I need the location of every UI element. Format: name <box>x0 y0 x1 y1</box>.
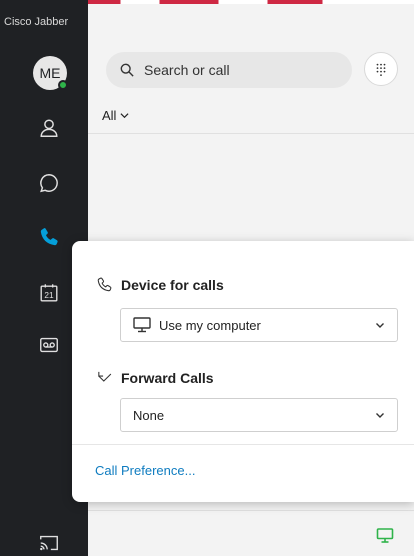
screen-cast-icon <box>40 535 58 551</box>
sidebar-item-calls[interactable] <box>36 224 62 250</box>
search-input[interactable] <box>144 62 334 78</box>
device-for-calls-title: Device for calls <box>121 276 224 293</box>
sidebar-item-voicemail[interactable] <box>36 332 62 358</box>
chat-bubble-icon <box>40 174 58 193</box>
forward-calls-heading: Forward Calls <box>96 369 214 386</box>
person-icon <box>40 119 58 137</box>
voicemail-icon <box>40 337 58 353</box>
search-box[interactable] <box>106 52 352 88</box>
filter-label: All <box>102 108 117 123</box>
popover-divider <box>72 444 414 445</box>
dialpad-icon <box>376 63 386 76</box>
phone-icon <box>40 228 58 246</box>
dialpad-button[interactable] <box>364 52 398 86</box>
sidebar-item-meetings[interactable]: 21 <box>36 280 62 306</box>
forward-calls-select[interactable]: None <box>120 398 398 432</box>
chevron-down-icon <box>376 413 384 418</box>
computer-icon <box>376 528 394 543</box>
search-icon <box>120 63 134 77</box>
computer-icon <box>133 317 151 333</box>
divider <box>88 133 414 134</box>
device-status-button[interactable] <box>375 525 395 545</box>
forward-arrow-icon <box>98 371 112 382</box>
calendar-icon: 21 <box>40 284 58 302</box>
avatar[interactable]: ME <box>33 56 68 90</box>
app-title: Cisco Jabber <box>4 16 69 28</box>
forward-select-value: None <box>133 407 165 423</box>
avatar-initials: ME <box>39 65 61 81</box>
bottom-divider <box>88 510 414 511</box>
phone-outline-icon <box>97 277 112 292</box>
device-select-value: Use my computer <box>159 317 261 333</box>
sidebar-item-contacts[interactable] <box>36 115 62 141</box>
forward-calls-title: Forward Calls <box>121 369 214 386</box>
jabber-window: Cisco Jabber ME 21 Search or call All De… <box>0 0 414 556</box>
calendar-day-label: 21 <box>44 291 54 300</box>
call-settings-popover: Device for calls Use my computer Forward… <box>72 241 414 502</box>
call-preference-link[interactable]: Call Preference... <box>95 463 195 478</box>
sidebar-item-chats[interactable] <box>36 170 62 196</box>
presence-status-indicator <box>58 80 68 90</box>
chevron-down-icon <box>376 323 384 328</box>
filter-dropdown[interactable]: All <box>102 108 129 123</box>
chevron-down-icon <box>120 113 129 119</box>
sidebar-item-screen-cast[interactable] <box>36 530 62 556</box>
device-for-calls-heading: Device for calls <box>96 276 224 293</box>
device-select[interactable]: Use my computer <box>120 308 398 342</box>
